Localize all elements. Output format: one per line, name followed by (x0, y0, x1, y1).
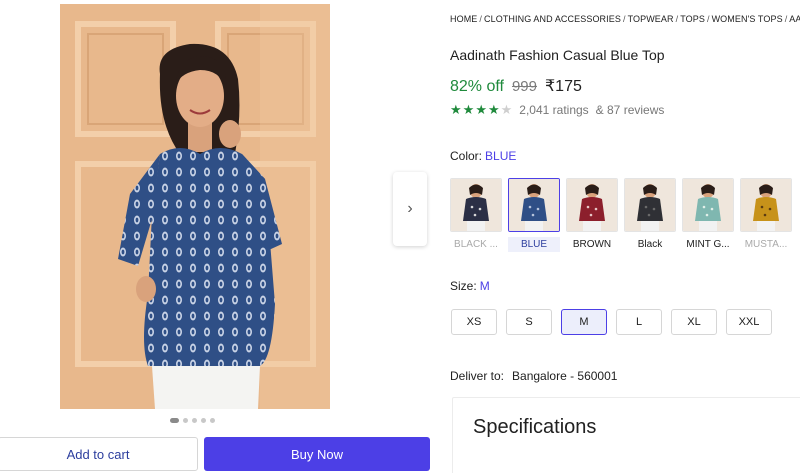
color-swatch-thumbnail (682, 178, 734, 232)
delivery-pincode: Bangalore - 560001 (512, 369, 618, 383)
color-swatch-label: BROWN (572, 239, 612, 250)
breadcrumb: HOME / CLOTHING AND ACCESSORIES / TOPWEAR / TO… (450, 14, 800, 24)
color-swatch[interactable]: MUSTA... (740, 178, 792, 252)
color-swatch-label: BLUE (508, 237, 560, 252)
product-gallery: › Add to cart Buy Now (0, 0, 440, 473)
star-filled-icon: ★ (487, 102, 500, 117)
color-swatch[interactable]: BLACK ... (450, 178, 502, 252)
discount-percent: 82% off (450, 78, 504, 95)
color-swatch-thumbnail (566, 178, 618, 232)
star-filled-icon: ★ (450, 102, 462, 117)
price-row: 82% off 999 ₹175 (450, 76, 582, 96)
pagination-dot[interactable] (192, 418, 197, 423)
size-option-xs[interactable]: XS (451, 309, 497, 335)
selected-size: M (479, 279, 490, 293)
pagination-dot[interactable] (201, 418, 206, 423)
color-swatch[interactable]: MINT G... (682, 178, 734, 252)
breadcrumb-separator: / (784, 14, 788, 24)
color-label-text: Color: (450, 149, 483, 163)
star-filled-icon: ★ (462, 102, 475, 117)
delivery-location[interactable]: Deliver to: Bangalore - 560001 (450, 369, 617, 383)
star-rating: ★ ★ ★ ★ ★ (450, 103, 512, 117)
size-label-text: Size: (450, 279, 477, 293)
breadcrumb-separator: / (479, 14, 483, 24)
color-swatch[interactable]: BLUE (508, 178, 560, 252)
size-selector-label: Size: M (450, 279, 490, 293)
ratings-count: 2,041 ratings (519, 103, 589, 117)
breadcrumb-link[interactable]: HOME (450, 14, 477, 24)
specifications-heading: Specifications (473, 416, 597, 438)
breadcrumb-link[interactable]: TOPWEAR (628, 14, 674, 24)
breadcrumb-separator: / (706, 14, 710, 24)
buy-now-button[interactable]: Buy Now (204, 437, 430, 471)
next-image-button[interactable]: › (393, 172, 427, 246)
color-swatch-label: MUSTA... (744, 239, 788, 250)
rating-summary[interactable]: ★ ★ ★ ★ ★ 2,041 ratings & 87 reviews (450, 103, 665, 118)
reviews-count: & 87 reviews (595, 103, 665, 117)
selected-color: BLUE (485, 149, 517, 163)
color-swatch-label: BLACK ... (454, 239, 498, 250)
color-swatch-label: MINT G... (686, 239, 730, 250)
size-option-m[interactable]: M (561, 309, 607, 335)
color-swatch-thumbnail (740, 178, 792, 232)
color-swatch-thumbnail (508, 178, 560, 232)
product-details: HOME / CLOTHING AND ACCESSORIES / TOPWEAR / TO… (450, 0, 800, 473)
product-title: Aadinath Fashion Casual Blue Top (450, 47, 665, 63)
purchase-actions: Add to cart Buy Now (0, 432, 440, 473)
breadcrumb-link[interactable]: AADINATH (789, 14, 800, 24)
original-price: 999 (511, 78, 537, 95)
size-option-s[interactable]: S (506, 309, 552, 335)
breadcrumb-link[interactable]: CLOTHING AND ACCESSORIES (484, 14, 621, 24)
size-options: XS S M L XL XXL (451, 309, 772, 335)
pagination-dot[interactable] (210, 418, 215, 423)
image-pagination-dots (170, 418, 215, 423)
product-main-image[interactable] (60, 4, 330, 409)
color-swatch[interactable]: Black (624, 178, 676, 252)
color-selector-label: Color: BLUE (450, 149, 516, 163)
color-swatch[interactable]: BROWN (566, 178, 618, 252)
deliver-to-label: Deliver to: (450, 369, 505, 383)
star-filled-icon: ★ (475, 102, 487, 117)
size-option-l[interactable]: L (616, 309, 662, 335)
breadcrumb-separator: / (675, 14, 679, 24)
color-swatch-thumbnail (624, 178, 676, 232)
color-swatch-label: Black (637, 239, 663, 250)
size-option-xxl[interactable]: XXL (726, 309, 772, 335)
specifications-section[interactable]: Specifications (452, 397, 800, 473)
add-to-cart-button[interactable]: Add to cart (0, 437, 198, 471)
color-swatches: BLACK ... BLUE BROWN Black MINT G... MUSTA... (450, 178, 792, 252)
size-option-xl[interactable]: XL (671, 309, 717, 335)
color-swatch-thumbnail (450, 178, 502, 232)
breadcrumb-link[interactable]: WOMEN'S TOPS (712, 14, 783, 24)
pagination-dot[interactable] (170, 418, 179, 423)
breadcrumb-link[interactable]: TOPS (680, 14, 705, 24)
breadcrumb-separator: / (622, 14, 626, 24)
selling-price: ₹175 (545, 78, 582, 95)
star-empty-icon: ★ (500, 102, 513, 117)
chevron-right-icon: › (407, 200, 413, 217)
pagination-dot[interactable] (183, 418, 188, 423)
